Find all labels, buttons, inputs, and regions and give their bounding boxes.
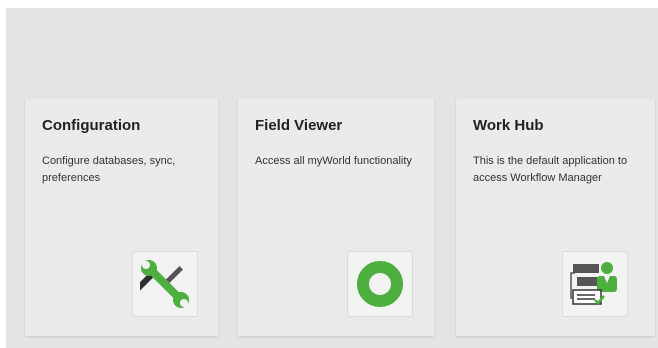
card-description: Configure databases, sync, preferences xyxy=(42,155,176,184)
ring-icon xyxy=(347,251,413,317)
card-title: Configuration xyxy=(42,117,141,134)
app-launcher-page: Configuration Configure databases, sync,… xyxy=(6,8,658,348)
card-title: Field Viewer xyxy=(255,117,343,134)
card-title: Work Hub xyxy=(473,117,544,134)
card-configuration[interactable]: Configuration Configure databases, sync,… xyxy=(25,99,218,336)
card-work-hub[interactable]: Work Hub This is the default application… xyxy=(456,99,655,336)
wrench-screwdriver-icon xyxy=(132,251,198,317)
card-field-viewer[interactable]: Field Viewer Access all myWorld function… xyxy=(238,99,434,336)
card-description: This is the default application to acces… xyxy=(473,155,628,184)
card-description: Access all myWorld functionality xyxy=(255,155,412,167)
workflow-user-icon xyxy=(562,251,628,317)
